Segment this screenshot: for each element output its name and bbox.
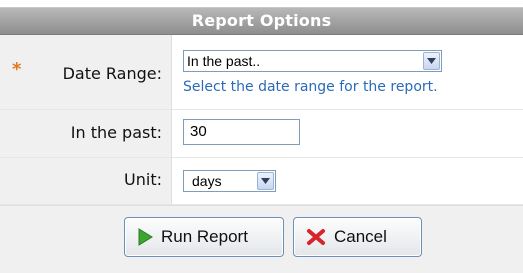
panel-header: Report Options: [0, 7, 523, 35]
unit-label: Unit:: [124, 170, 162, 189]
in-the-past-row: In the past: 30: [0, 110, 523, 158]
date-range-hint: Select the date range for the report.: [183, 79, 438, 95]
date-range-label-cell: * Date Range:: [0, 35, 172, 109]
panel-title: Report Options: [191, 11, 332, 30]
in-the-past-input[interactable]: 30: [183, 119, 300, 145]
date-range-field-cell: In the past.. Select the date range for …: [172, 35, 523, 109]
in-the-past-label-cell: In the past:: [0, 110, 172, 157]
in-the-past-label: In the past:: [70, 123, 162, 142]
required-marker: *: [12, 59, 22, 80]
unit-field-cell: days: [172, 158, 523, 204]
chevron-down-icon[interactable]: [257, 172, 274, 190]
run-report-label: Run Report: [161, 227, 248, 246]
unit-selected-value: days: [192, 173, 222, 189]
report-options-panel: Report Options * Date Range: In the past…: [0, 0, 523, 273]
date-range-row: * Date Range: In the past.. Select the d…: [0, 35, 523, 110]
cancel-label: Cancel: [334, 227, 387, 246]
unit-row: Unit: days: [0, 158, 523, 205]
date-range-select[interactable]: In the past..: [183, 50, 442, 72]
date-range-label: Date Range:: [62, 64, 162, 83]
unit-select[interactable]: days: [183, 170, 276, 192]
cancel-button[interactable]: Cancel: [293, 217, 422, 257]
unit-label-cell: Unit:: [0, 158, 172, 204]
cancel-x-icon: [306, 228, 326, 246]
button-bar: Run Report Cancel: [0, 205, 523, 273]
chevron-down-icon[interactable]: [423, 52, 440, 70]
in-the-past-value: 30: [190, 123, 207, 140]
date-range-selected-value: In the past..: [187, 53, 261, 69]
run-report-button[interactable]: Run Report: [124, 217, 284, 257]
in-the-past-field-cell: 30: [172, 110, 523, 157]
play-icon: [137, 228, 153, 246]
